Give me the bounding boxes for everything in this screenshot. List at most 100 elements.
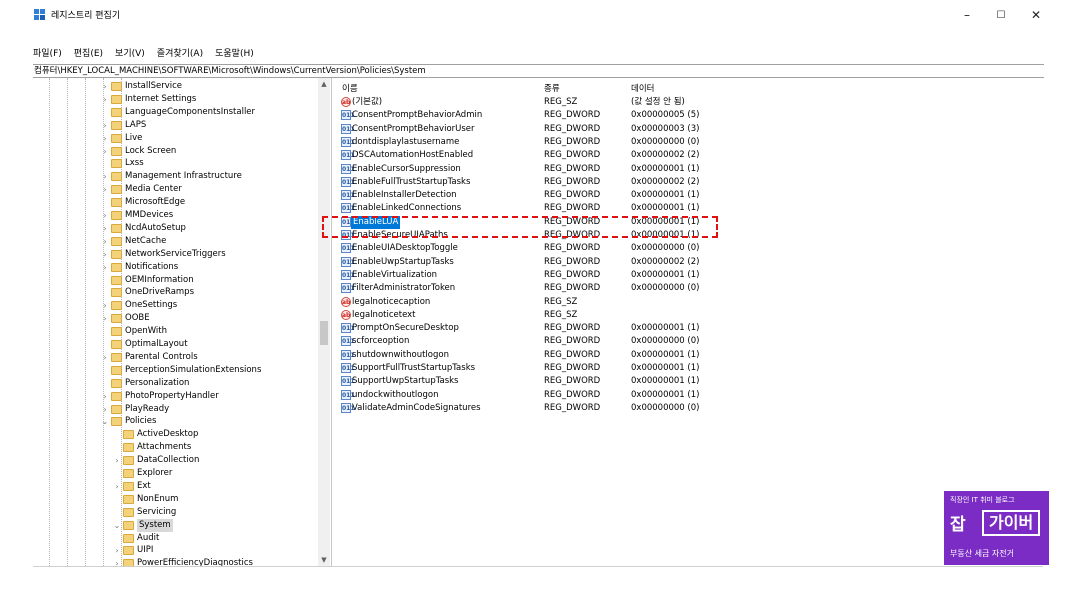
tree-item[interactable]: › PowerEfficiencyDiagnostics <box>33 557 318 566</box>
expand-chevron-icon[interactable]: › <box>101 261 109 274</box>
expand-chevron-icon[interactable]: › <box>101 390 109 403</box>
expand-chevron-icon[interactable]: › <box>101 119 109 132</box>
value-row[interactable]: 011 ValidateAdminCodeSignatures REG_DWORD 0… <box>336 402 1042 415</box>
tree-item[interactable]: › Notifications <box>33 261 318 274</box>
tree-item[interactable]: OneDriveRamps <box>33 286 318 299</box>
value-data: 0x00000005 (5) <box>631 110 700 121</box>
expand-chevron-icon[interactable]: › <box>113 544 121 557</box>
value-row[interactable]: 011 EnableUIADesktopToggle REG_DWORD 0x0000… <box>336 242 1042 255</box>
value-row[interactable]: 011 EnableCursorSuppression REG_DWORD 0x000… <box>336 163 1042 176</box>
scroll-thumb[interactable] <box>320 321 328 345</box>
expand-chevron-icon[interactable]: › <box>113 454 121 467</box>
value-row[interactable]: 011 undockwithoutlogon REG_DWORD 0x00000001… <box>336 389 1042 402</box>
tree-item[interactable]: › InstallService <box>33 80 318 93</box>
tree-item[interactable]: › PhotoPropertyHandler <box>33 390 318 403</box>
value-row[interactable]: 011 ConsentPromptBehaviorUser REG_DWORD 0x0… <box>336 123 1042 136</box>
tree-item[interactable]: › Media Center <box>33 183 318 196</box>
collapse-chevron-icon[interactable]: ⌄ <box>101 415 109 428</box>
tree-item[interactable]: Personalization <box>33 377 318 390</box>
value-row[interactable]: 011 EnableLinkedConnections REG_DWORD 0x000… <box>336 202 1042 215</box>
expand-chevron-icon[interactable]: › <box>101 403 109 416</box>
tree-item[interactable]: LanguageComponentsInstaller <box>33 106 318 119</box>
expand-chevron-icon[interactable]: › <box>101 235 109 248</box>
tree-item[interactable]: Audit <box>33 532 318 545</box>
tree-item[interactable]: › NcdAutoSetup <box>33 222 318 235</box>
value-row[interactable]: 011 SupportUwpStartupTasks REG_DWORD 0x0000… <box>336 375 1042 388</box>
tree-item[interactable]: › PlayReady <box>33 403 318 416</box>
menu-file[interactable]: 파일(F) <box>33 46 62 62</box>
tree-item[interactable]: › DataCollection <box>33 454 318 467</box>
tree-item[interactable]: › Management Infrastructure <box>33 170 318 183</box>
tree-item[interactable]: › NetworkServiceTriggers <box>33 248 318 261</box>
value-row[interactable]: 011 DSCAutomationHostEnabled REG_DWORD 0x00… <box>336 149 1042 162</box>
value-row[interactable]: 011 EnableUwpStartupTasks REG_DWORD 0x00000… <box>336 256 1042 269</box>
tree-item[interactable]: NonEnum <box>33 493 318 506</box>
expand-chevron-icon[interactable]: › <box>101 132 109 145</box>
tree-item[interactable]: ⌄ System <box>33 518 318 532</box>
menu-edit[interactable]: 편집(E) <box>74 46 103 62</box>
expand-chevron-icon[interactable]: › <box>101 93 109 106</box>
expand-chevron-icon[interactable]: › <box>101 145 109 158</box>
expand-chevron-icon[interactable]: › <box>113 480 121 493</box>
tree-item[interactable]: › Internet Settings <box>33 93 318 106</box>
value-row[interactable]: 011 shutdownwithoutlogon REG_DWORD 0x000000… <box>336 349 1042 362</box>
expand-chevron-icon[interactable]: › <box>101 170 109 183</box>
menu-view[interactable]: 보기(V) <box>115 46 145 62</box>
column-header-type[interactable]: 종류 <box>544 82 560 94</box>
column-header-data[interactable]: 데이터 <box>631 82 654 94</box>
value-row[interactable]: 011 EnableInstallerDetection REG_DWORD 0x00… <box>336 189 1042 202</box>
value-row[interactable]: 011 scforceoption REG_DWORD 0x00000000 (0) <box>336 335 1042 348</box>
expand-chevron-icon[interactable]: › <box>101 183 109 196</box>
tree-item[interactable]: › OOBE <box>33 312 318 325</box>
value-row[interactable]: 011 EnableVirtualization REG_DWORD 0x000000… <box>336 269 1042 282</box>
tree-item[interactable]: › Ext <box>33 480 318 493</box>
value-row[interactable]: 011 EnableFullTrustStartupTasks REG_DWORD 0… <box>336 176 1042 189</box>
expand-chevron-icon[interactable]: › <box>101 351 109 364</box>
scroll-down-arrow-icon[interactable]: ▼ <box>318 554 330 566</box>
value-row[interactable]: ab (기본값) REG_SZ (값 설정 안 됨) <box>336 96 1042 109</box>
value-row[interactable]: ab legalnoticetext REG_SZ <box>336 309 1042 322</box>
menu-help[interactable]: 도움말(H) <box>215 46 254 62</box>
tree-item[interactable]: PerceptionSimulationExtensions <box>33 364 318 377</box>
scroll-up-arrow-icon[interactable]: ▲ <box>318 78 330 90</box>
tree-item[interactable]: Attachments <box>33 441 318 454</box>
maximize-button[interactable]: ☐ <box>983 0 1019 30</box>
tree-item[interactable]: › NetCache <box>33 235 318 248</box>
tree-item[interactable]: ActiveDesktop <box>33 428 318 441</box>
tree-item[interactable]: › LAPS <box>33 119 318 132</box>
expand-chevron-icon[interactable]: › <box>101 299 109 312</box>
tree-item[interactable]: › UIPI <box>33 544 318 557</box>
tree-item[interactable]: Servicing <box>33 506 318 519</box>
tree-item[interactable]: › MMDevices <box>33 209 318 222</box>
expand-chevron-icon[interactable]: › <box>113 557 121 566</box>
value-row[interactable]: 011 FilterAdministratorToken REG_DWORD 0x00… <box>336 282 1042 295</box>
collapse-chevron-icon[interactable]: ⌄ <box>113 519 121 532</box>
minimize-button[interactable]: – <box>949 0 985 30</box>
column-header-name[interactable]: 이름 <box>342 82 358 94</box>
expand-chevron-icon[interactable]: › <box>101 80 109 93</box>
tree-item[interactable]: OpenWith <box>33 325 318 338</box>
expand-chevron-icon[interactable]: › <box>101 222 109 235</box>
close-button[interactable]: ✕ <box>1018 0 1054 30</box>
tree-item[interactable]: › Parental Controls <box>33 351 318 364</box>
value-row[interactable]: 011 dontdisplaylastusername REG_DWORD 0x000… <box>336 136 1042 149</box>
tree-item[interactable]: MicrosoftEdge <box>33 196 318 209</box>
tree-item[interactable]: OEMInformation <box>33 274 318 287</box>
value-row[interactable]: ab legalnoticecaption REG_SZ <box>336 296 1042 309</box>
tree-item[interactable]: › Lock Screen <box>33 145 318 158</box>
tree-item[interactable]: OptimalLayout <box>33 338 318 351</box>
tree-item[interactable]: › Live <box>33 132 318 145</box>
value-row[interactable]: 011 ConsentPromptBehaviorAdmin REG_DWORD 0x… <box>336 109 1042 122</box>
value-row[interactable]: 011 SupportFullTrustStartupTasks REG_DWORD… <box>336 362 1042 375</box>
expand-chevron-icon[interactable]: › <box>101 312 109 325</box>
tree-item[interactable]: › OneSettings <box>33 299 318 312</box>
tree-item[interactable]: ⌄ Policies <box>33 415 318 428</box>
address-bar[interactable]: 컴퓨터\HKEY_LOCAL_MACHINE\SOFTWARE\Microsof… <box>33 64 1044 78</box>
expand-chevron-icon[interactable]: › <box>101 209 109 222</box>
expand-chevron-icon[interactable]: › <box>101 248 109 261</box>
menu-favorites[interactable]: 즐겨찾기(A) <box>157 46 203 62</box>
tree-item[interactable]: Lxss <box>33 157 318 170</box>
tree-item[interactable]: Explorer <box>33 467 318 480</box>
value-row[interactable]: 011 PromptOnSecureDesktop REG_DWORD 0x00000… <box>336 322 1042 335</box>
tree-scrollbar[interactable]: ▲ ▼ <box>318 78 330 566</box>
